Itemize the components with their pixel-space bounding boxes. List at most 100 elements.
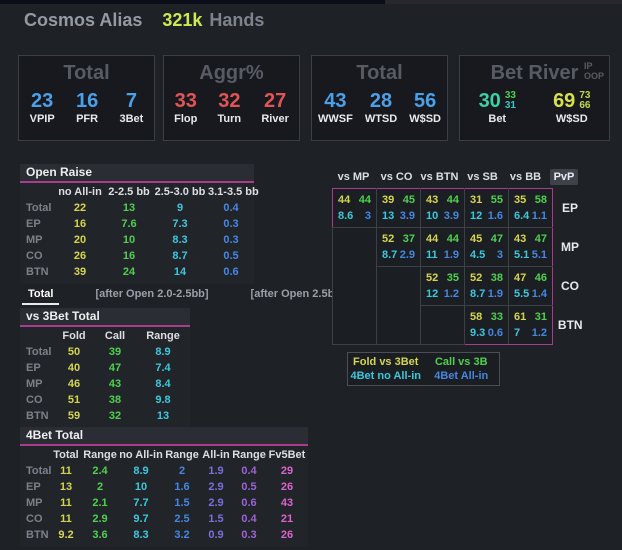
stat-vpip: 23VPIP <box>30 90 55 125</box>
4bet-panel: 4Bet Total Total Range no All-in Range A… <box>20 427 308 547</box>
cell-value: 9.7 <box>118 511 164 527</box>
row-label: BTN <box>20 264 54 280</box>
cell-value: 7.3 <box>152 216 208 232</box>
call-vs-3bet-value: 47 <box>531 231 553 247</box>
cell-value: 8.9 <box>136 344 190 360</box>
top-strip-right <box>385 0 622 4</box>
fold-vs-3bet-value: 45 <box>465 231 487 247</box>
hands-count: 321k <box>162 10 202 30</box>
cell-value: 32 <box>94 408 136 424</box>
cell-value: 2.9 <box>200 495 232 511</box>
row-label: CO <box>20 248 54 264</box>
matrix-empty-region <box>377 267 421 345</box>
matrix-legend: Fold vs 3Bet Call vs 3B 4Bet no All-in 4… <box>347 352 500 386</box>
cell-value: 46 <box>54 376 94 392</box>
table-header-row: no All-in 2-2.5 bb 2.5-3.0 bb 3.1-3.5 bb <box>20 184 254 200</box>
row-label: EP <box>20 216 54 232</box>
fold-vs-3bet-value: 47 <box>509 270 531 286</box>
matrix-row-label: EP <box>553 189 588 228</box>
stat-aggr-flop: 33Flop <box>174 90 197 125</box>
column-header: vs SB <box>461 171 504 183</box>
cell-value: 8.3 <box>152 232 208 248</box>
cell-value: 39 <box>54 264 106 280</box>
table-row: CO112.99.72.51.50.421 <box>20 511 308 527</box>
call-vs-3bet-value: 45 <box>399 192 421 208</box>
corner-cell <box>20 447 50 463</box>
4bet-allin-value: 1.9 <box>443 247 465 263</box>
cell-value: 0.6 <box>232 495 266 511</box>
cell-value: 7.6 <box>106 216 152 232</box>
stat-box-title: Total <box>19 61 154 87</box>
matrix-cell-ep-vs-bb: 35586.41.1 <box>509 189 553 228</box>
matrix-header: vs MP vs CO vs BTN vs SB vs BB PvP <box>332 166 588 188</box>
column-header: no All-in <box>54 184 106 200</box>
column-header: vs BTN <box>418 171 461 183</box>
4bet-allin-value: 3.9 <box>399 208 421 224</box>
pvp-button[interactable]: PvP <box>550 169 578 185</box>
4bet-table: Total Range no All-in Range All-in Range… <box>20 447 308 543</box>
cell-value: 0.3 <box>208 232 254 248</box>
matrix-cell-ep-vs-co: 3945133.9 <box>377 189 421 228</box>
column-header: Range <box>136 328 190 344</box>
cell-value: 1.5 <box>200 511 232 527</box>
tab-after-open-2-25bb[interactable]: [after Open 2.0-2.5bb] <box>89 286 214 305</box>
matrix-row-mp: 52378.72.9 4444111.9 45474.53 43475.15.1… <box>333 228 588 267</box>
cell-value: 8.9 <box>118 463 164 479</box>
cell-value: 16 <box>106 248 152 264</box>
row-label: BTN <box>20 527 50 543</box>
column-header: 3.1-3.5 bb <box>208 184 254 200</box>
cell-value: 0.5 <box>232 479 266 495</box>
cell-value: 1.6 <box>164 479 200 495</box>
cell-value: 13 <box>50 479 82 495</box>
fold-vs-3bet-value: 52 <box>377 231 399 247</box>
cell-value: 26 <box>54 248 106 264</box>
cell-value: 1.9 <box>200 463 232 479</box>
table-row: Total112.48.921.90.429 <box>20 463 308 479</box>
matrix-empty-region <box>421 306 465 345</box>
4bet-no-allin-value: 8.7 <box>465 286 487 302</box>
row-label: Total <box>20 200 54 216</box>
stat-wsd: 56W$SD <box>409 90 441 125</box>
cell-value: 2.1 <box>82 495 118 511</box>
matrix-cell-mp-vs-bb: 43475.15.1 <box>509 228 553 267</box>
fold-vs-3bet-value: 35 <box>509 192 531 208</box>
cell-value: 7.7 <box>118 495 164 511</box>
cell-value: 7.4 <box>136 360 190 376</box>
call-vs-3bet-value: 33 <box>487 309 509 325</box>
4bet-no-allin-value: 13 <box>377 208 399 224</box>
4bet-no-allin-value: 5.5 <box>509 286 531 302</box>
fold-vs-3bet-value: 58 <box>465 309 487 325</box>
matrix-cell-mp-vs-co: 52378.72.9 <box>377 228 421 267</box>
column-header: Total <box>50 447 82 463</box>
4bet-no-allin-value: 12 <box>421 286 443 302</box>
table-row: EP132101.62.90.526 <box>20 479 308 495</box>
matrix-cell-btn-vs-bb: 613171.2 <box>509 306 553 345</box>
4bet-allin-value: 1.4 <box>531 286 553 302</box>
stat-aggr-river: 27River <box>261 90 289 125</box>
row-label: MP <box>20 495 50 511</box>
fold-vs-3bet-value: 52 <box>421 270 443 286</box>
table-header-row: Total Range no All-in Range All-in Range… <box>20 447 308 463</box>
cell-value: 8.3 <box>118 527 164 543</box>
cell-value: 0.4 <box>208 200 254 216</box>
matrix-cell-mp-vs-sb: 45474.53 <box>465 228 509 267</box>
4bet-no-allin-value: 6.4 <box>509 208 531 224</box>
fold-vs-3bet-value: 44 <box>333 192 355 208</box>
cell-value: 26 <box>266 479 308 495</box>
tab-total[interactable]: Total <box>22 286 59 305</box>
cell-value: 2.9 <box>82 511 118 527</box>
column-header: Fold <box>54 328 94 344</box>
4bet-no-allin-value: 8.7 <box>377 247 399 263</box>
table-row: CO51389.8 <box>20 392 190 408</box>
header: Cosmos Alias321kHands <box>24 10 264 31</box>
cell-value: 0.5 <box>208 248 254 264</box>
column-header: Range <box>164 447 200 463</box>
cell-value: 9.2 <box>50 527 82 543</box>
cell-value: 59 <box>54 408 94 424</box>
4bet-allin-value: 1.6 <box>487 208 509 224</box>
cell-value: 2.9 <box>200 479 232 495</box>
cell-value: 43 <box>266 495 308 511</box>
call-vs-3bet-value: 31 <box>531 309 553 325</box>
stat-river-wsd: 697366 W$SD <box>553 90 590 125</box>
call-vs-3bet-value: 47 <box>487 231 509 247</box>
